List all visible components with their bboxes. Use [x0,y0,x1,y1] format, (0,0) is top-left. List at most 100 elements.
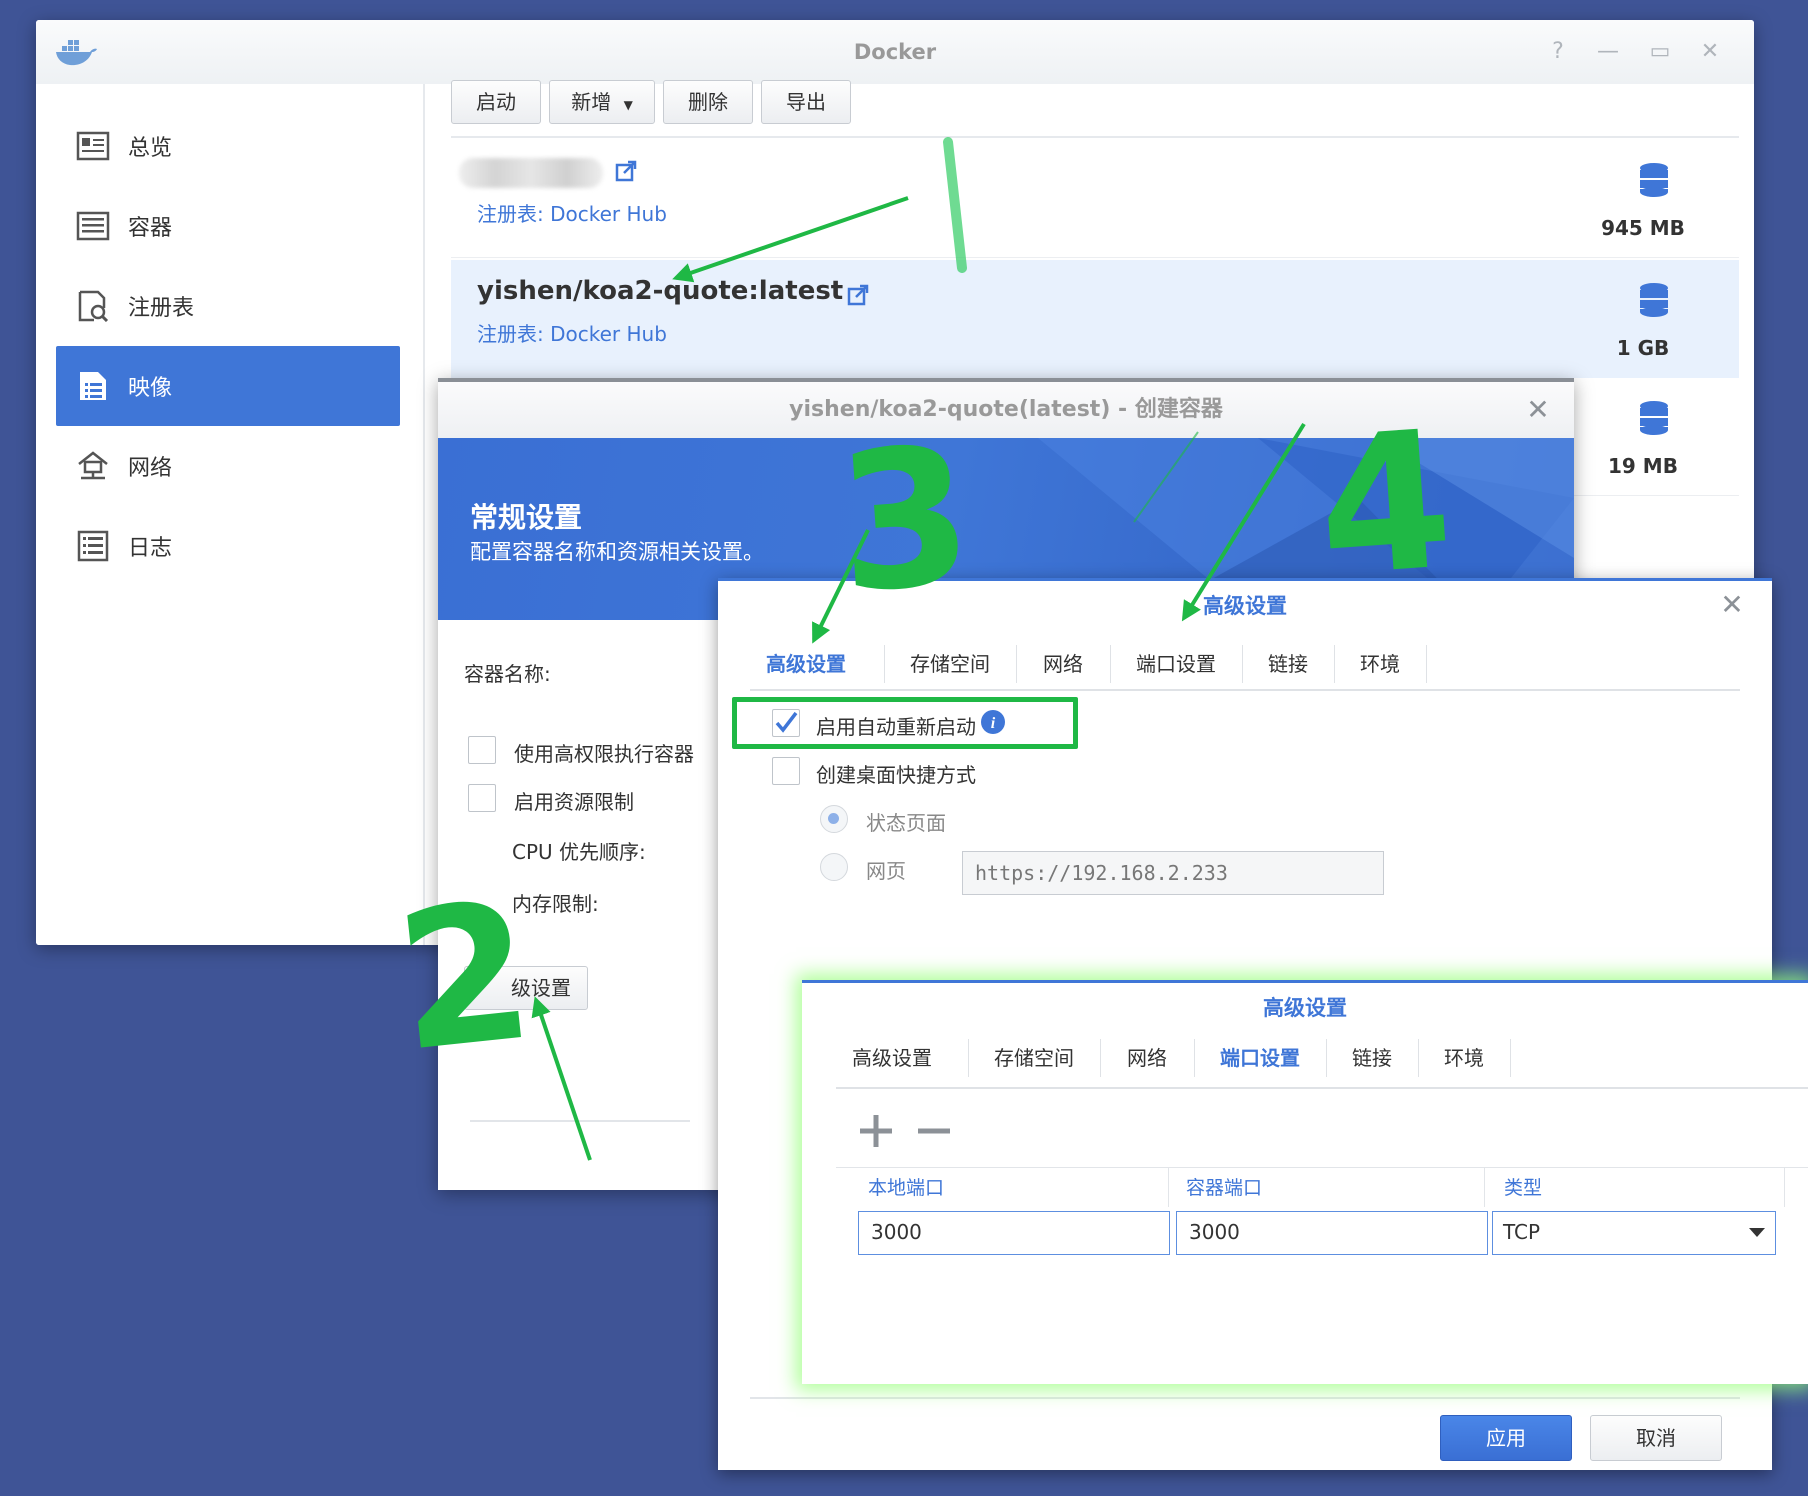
chevron-down-icon [1749,1228,1765,1237]
log-icon [77,530,109,562]
tab-network[interactable]: 网络 [1016,639,1110,689]
tab-advanced[interactable]: 高级设置 [836,1033,948,1083]
status-page-radio[interactable] [820,805,848,833]
auto-restart-label: 启用自动重新启动 [816,715,976,739]
sidebar-item-network[interactable]: 网络 [56,426,400,506]
database-icon [1640,163,1668,197]
registry-icon [78,290,109,322]
tab-port-settings[interactable]: 端口设置 [1194,1033,1326,1083]
column-separator [1484,1167,1485,1207]
add-button[interactable]: 新增 ▼ [549,80,655,124]
docker-logo-icon [56,40,97,66]
blurred-image-name [459,158,603,188]
column-header-local-port: 本地端口 [868,1177,945,1199]
tab-port-settings[interactable]: 端口设置 [1110,639,1242,689]
privileged-checkbox[interactable] [468,736,496,764]
image-registry: 注册表: Docker Hub [477,202,667,226]
table-top-line [836,1167,1808,1168]
sidebar-item-overview[interactable]: 总览 [56,106,400,186]
external-link-icon[interactable] [847,284,869,306]
image-icon [80,372,106,400]
resource-limit-label: 启用资源限制 [514,790,634,814]
status-page-label: 状态页面 [866,811,946,835]
svg-text:i: i [991,715,996,732]
tab-underline [750,689,1740,691]
add-button-label: 新增 [571,90,612,114]
tab-separator [1426,645,1427,683]
plus-icon[interactable] [858,1113,894,1149]
dialog-title: yishen/koa2-quote(latest) - 创建容器 [438,382,1574,438]
info-icon[interactable]: i [980,709,1006,735]
type-select[interactable]: TCP [1492,1211,1776,1255]
banner-subtitle: 配置容器名称和资源相关设置。 [470,540,764,564]
cpu-priority-label: CPU 优先顺序: [512,840,646,864]
auto-restart-checkbox[interactable] [772,709,800,737]
type-select-value: TCP [1503,1220,1541,1244]
sidebar-item-container[interactable]: 容器 [56,186,400,266]
advanced-settings-button-label: 级设置 [511,976,571,1000]
sidebar-divider [423,84,425,945]
footer-divider [470,1120,690,1122]
chevron-down-icon: ▼ [623,98,633,112]
close-icon[interactable]: ✕ [1696,38,1724,66]
window-title: Docker [36,20,1754,84]
table-row[interactable]: 注册表: Docker Hub 945 MB [451,140,1739,258]
banner-title: 常规设置 [470,501,583,534]
sidebar-item-label: 日志 [128,536,173,561]
close-icon[interactable]: ✕ [1718,591,1746,619]
column-separator [1168,1167,1169,1207]
table-row-selected[interactable]: yishen/koa2-quote:latest 注册表: Docker Hub… [451,260,1739,378]
apply-button[interactable]: 应用 [1440,1415,1572,1461]
webpage-label: 网页 [866,859,906,883]
memory-limit-label: 内存限制: [512,892,599,916]
column-header-container-port: 容器端口 [1186,1177,1263,1199]
tab-advanced[interactable]: 高级设置 [750,639,862,689]
tab-links[interactable]: 链接 [1242,639,1334,689]
footer-divider [750,1397,1740,1399]
container-port-input[interactable]: 3000 [1176,1211,1488,1255]
tab-storage[interactable]: 存储空间 [884,639,1016,689]
tab-network[interactable]: 网络 [1100,1033,1194,1083]
minimize-icon[interactable]: — [1594,38,1622,66]
help-icon[interactable]: ? [1544,38,1572,66]
tab-environment[interactable]: 环境 [1334,639,1426,689]
resource-limit-checkbox[interactable] [468,784,496,812]
tab-environment[interactable]: 环境 [1418,1033,1510,1083]
tab-separator [1510,1039,1511,1077]
tab-underline [836,1087,1808,1089]
sidebar-item-registry[interactable]: 注册表 [56,266,400,346]
close-icon[interactable]: ✕ [1524,396,1552,424]
tab-links[interactable]: 链接 [1326,1033,1418,1083]
image-size: 945 MB [1601,216,1685,240]
sidebar: 总览 容器 注册表 映像 网络 日志 [36,84,426,945]
delete-button[interactable]: 删除 [663,80,753,124]
toolbar-divider [451,136,1739,138]
checkmark-icon [775,711,798,733]
dialog-title: 高级设置 [1263,996,1347,1020]
cancel-button[interactable]: 取消 [1590,1415,1722,1461]
webpage-radio[interactable] [820,853,848,881]
overview-icon [76,131,110,161]
database-icon [1640,401,1668,435]
start-button[interactable]: 启动 [451,80,541,124]
tab-storage[interactable]: 存储空间 [968,1033,1100,1083]
image-name: yishen/koa2-quote:latest [477,276,844,306]
desktop-shortcut-checkbox[interactable] [772,757,800,785]
webpage-url-input[interactable]: https://192.168.2.233 [962,851,1384,895]
export-button[interactable]: 导出 [761,80,851,124]
maximize-icon[interactable]: ▭ [1646,38,1674,66]
dialog-title: 高级设置 [1203,594,1287,618]
advanced-settings-button[interactable]: 级设置 [464,966,588,1010]
local-port-input[interactable]: 3000 [858,1211,1170,1255]
minus-icon[interactable] [916,1113,952,1149]
sidebar-item-image[interactable]: 映像 [56,346,400,426]
privileged-label: 使用高权限执行容器 [514,742,694,766]
sidebar-item-label: 映像 [128,376,173,401]
sidebar-item-label: 注册表 [128,296,195,321]
external-link-icon[interactable] [615,160,637,182]
sidebar-item-log[interactable]: 日志 [56,506,400,586]
sidebar-item-label: 网络 [128,456,173,481]
column-separator [1784,1167,1785,1207]
port-settings-dialog: 高级设置 高级设置 存储空间 网络 端口设置 链接 环境 本地端口 容器端口 类… [802,980,1808,1384]
container-name-label: 容器名称: [464,662,551,686]
